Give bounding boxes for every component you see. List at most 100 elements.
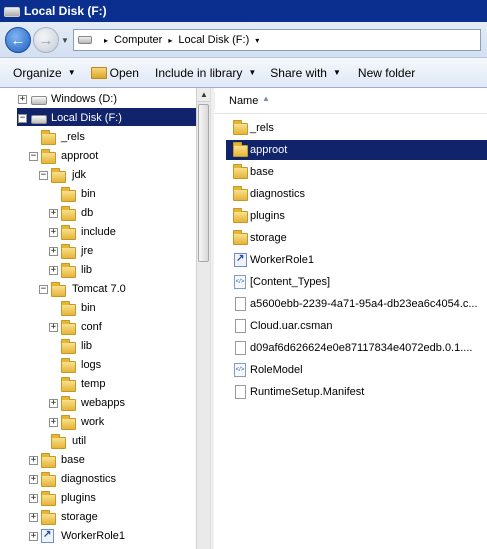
list-item[interactable]: approot bbox=[226, 140, 487, 160]
tree-item[interactable]: + jre bbox=[0, 242, 196, 261]
organize-button[interactable]: Organize ▼ bbox=[13, 58, 76, 87]
column-header-name[interactable]: Name ▲ bbox=[214, 88, 487, 114]
tree-item[interactable]: + diagnostics bbox=[0, 470, 196, 489]
chevron-right-icon[interactable]: ▸ bbox=[168, 36, 172, 45]
tree-item[interactable]: + plugins bbox=[0, 489, 196, 508]
list-item[interactable]: Cloud.uar.csman bbox=[228, 316, 487, 336]
list-item-label: d09af6d626624e0e87117834e4072edb.0.1.... bbox=[250, 342, 473, 354]
expand-icon[interactable]: + bbox=[49, 323, 58, 332]
tree-item[interactable]: − Local Disk (F:) bbox=[0, 109, 196, 128]
folder-icon bbox=[233, 208, 248, 223]
file-list[interactable]: Name ▲ _rels approot base diagnostics plugin… bbox=[214, 88, 487, 549]
address-bar[interactable]: ▸ Computer ▸ Local Disk (F:) ▾ bbox=[73, 29, 481, 51]
window-title: Local Disk (F:) bbox=[24, 4, 107, 18]
list-item[interactable]: RuntimeSetup.Manifest bbox=[228, 382, 487, 402]
scroll-up-arrow-icon[interactable]: ▲ bbox=[197, 88, 211, 102]
folder-icon bbox=[61, 358, 76, 373]
expand-icon[interactable]: + bbox=[29, 456, 38, 465]
chevron-down-icon: ▼ bbox=[67, 68, 76, 77]
list-item[interactable]: a5600ebb-2239-4a71-95a4-db23ea6c4054.c..… bbox=[228, 294, 487, 314]
expand-icon[interactable]: + bbox=[18, 95, 27, 104]
collapse-icon[interactable]: − bbox=[39, 171, 48, 180]
tree-item-label: jre bbox=[81, 245, 94, 257]
tree-item-label: bin bbox=[81, 302, 96, 314]
navigation-pane[interactable]: + Windows (D:) − Local Disk (F:) _rels − appro… bbox=[0, 88, 196, 549]
folder-icon bbox=[61, 244, 76, 259]
expand-icon[interactable]: + bbox=[49, 209, 58, 218]
tree-item[interactable]: + db bbox=[0, 204, 196, 223]
folder-icon bbox=[41, 472, 56, 487]
collapse-icon[interactable]: − bbox=[18, 114, 27, 123]
list-item[interactable]: WorkerRole1 bbox=[228, 250, 487, 270]
tree-item[interactable]: bin bbox=[0, 185, 196, 204]
folder-icon bbox=[233, 142, 248, 157]
tree-item-label: logs bbox=[81, 359, 102, 371]
folder-icon bbox=[233, 164, 248, 179]
scrollbar-thumb[interactable] bbox=[198, 104, 209, 262]
tree-item[interactable]: + conf bbox=[0, 318, 196, 337]
breadcrumb-computer[interactable]: Computer bbox=[114, 34, 162, 46]
expand-icon[interactable]: + bbox=[29, 494, 38, 503]
expand-icon[interactable]: + bbox=[29, 475, 38, 484]
list-item[interactable]: base bbox=[228, 162, 487, 182]
tree-item-label: jdk bbox=[72, 169, 87, 181]
tree-item-label: diagnostics bbox=[61, 473, 117, 485]
list-item[interactable]: _rels bbox=[228, 118, 487, 138]
list-item[interactable]: storage bbox=[228, 228, 487, 248]
tree-item[interactable]: lib bbox=[0, 337, 196, 356]
tree-item[interactable]: logs bbox=[0, 356, 196, 375]
include-in-library-button[interactable]: Include in library ▼ bbox=[155, 58, 256, 87]
list-item[interactable]: diagnostics bbox=[228, 184, 487, 204]
collapse-icon[interactable]: − bbox=[39, 285, 48, 294]
tree-item[interactable]: util bbox=[0, 432, 196, 451]
expand-icon[interactable]: + bbox=[49, 399, 58, 408]
expand-icon[interactable]: + bbox=[49, 266, 58, 275]
folder-icon bbox=[61, 301, 76, 316]
tree-item[interactable]: + base bbox=[0, 451, 196, 470]
recent-pages-button[interactable]: ▼ bbox=[61, 36, 69, 45]
tree-item[interactable]: + storage bbox=[0, 508, 196, 527]
folder-icon bbox=[61, 377, 76, 392]
share-with-button[interactable]: Share with ▼ bbox=[270, 58, 341, 87]
breadcrumb-local-disk[interactable]: Local Disk (F:) bbox=[178, 34, 249, 46]
expand-icon[interactable]: + bbox=[49, 247, 58, 256]
list-item[interactable]: </> RoleModel bbox=[228, 360, 487, 380]
tree-item-label: db bbox=[81, 207, 94, 219]
list-item-label: base bbox=[250, 166, 274, 178]
forward-button[interactable]: → bbox=[33, 27, 59, 53]
new-folder-button[interactable]: New folder bbox=[358, 58, 415, 87]
back-button[interactable]: ← bbox=[5, 27, 31, 53]
folder-icon bbox=[41, 510, 56, 525]
collapse-icon[interactable]: − bbox=[29, 152, 38, 161]
list-item[interactable]: </> [Content_Types] bbox=[228, 272, 487, 292]
tree-item[interactable]: + work bbox=[0, 413, 196, 432]
tree-item[interactable]: + WorkerRole1 bbox=[0, 527, 196, 546]
list-item[interactable]: d09af6d626624e0e87117834e4072edb.0.1.... bbox=[228, 338, 487, 358]
expand-icon[interactable]: + bbox=[49, 228, 58, 237]
tree-item[interactable]: + lib bbox=[0, 261, 196, 280]
tree-item[interactable]: _rels bbox=[0, 128, 196, 147]
tree-item[interactable]: − jdk bbox=[0, 166, 196, 185]
navigation-scrollbar[interactable]: ▲ bbox=[196, 88, 211, 549]
file-icon bbox=[235, 385, 246, 399]
folder-icon bbox=[61, 339, 76, 354]
open-button[interactable]: Open bbox=[90, 58, 139, 87]
tree-item[interactable]: − approot bbox=[0, 147, 196, 166]
tree-item[interactable]: + Windows (D:) bbox=[0, 90, 196, 109]
tree-item-label: _rels bbox=[61, 131, 85, 143]
chevron-down-icon[interactable]: ▾ bbox=[255, 36, 259, 45]
tree-item[interactable]: + include bbox=[0, 223, 196, 242]
tree-item[interactable]: + webapps bbox=[0, 394, 196, 413]
open-folder-icon bbox=[90, 66, 107, 79]
organize-label: Organize bbox=[13, 65, 62, 80]
tree-item[interactable]: temp bbox=[0, 375, 196, 394]
tree-item[interactable]: − Tomcat 7.0 bbox=[0, 280, 196, 299]
title-bar: Local Disk (F:) bbox=[0, 0, 487, 22]
expand-icon[interactable]: + bbox=[29, 532, 38, 541]
list-item[interactable]: plugins bbox=[228, 206, 487, 226]
tree-item[interactable]: bin bbox=[0, 299, 196, 318]
expand-icon[interactable]: + bbox=[29, 513, 38, 522]
tree-item-label: Windows (D:) bbox=[51, 93, 118, 105]
chevron-right-icon[interactable]: ▸ bbox=[104, 36, 108, 45]
expand-icon[interactable]: + bbox=[49, 418, 58, 427]
